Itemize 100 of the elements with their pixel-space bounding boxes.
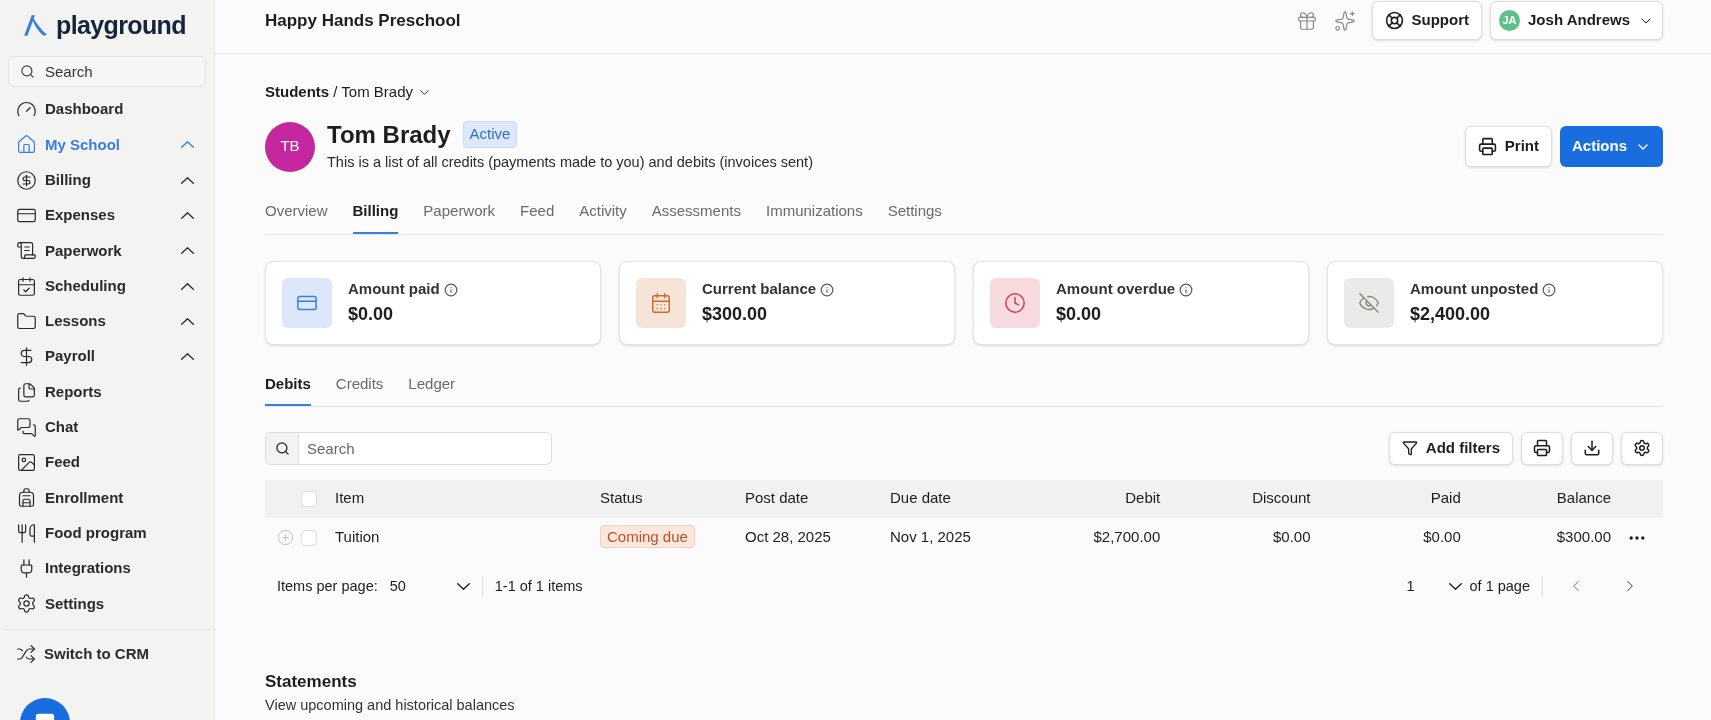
tab[interactable]: Paperwork (423, 199, 496, 234)
items-range: 1-1 of 1 items (494, 576, 583, 596)
tab[interactable]: Credits (335, 373, 384, 406)
tab[interactable]: Debits (265, 373, 311, 406)
column-header: Post date (745, 489, 809, 507)
sidebar-item[interactable]: Feed (0, 444, 214, 481)
settings-icon (16, 593, 37, 615)
page-description: This is a list of all credits (payments made to you) and debits (invoices sent) (327, 153, 813, 170)
tab[interactable]: Activity (579, 199, 627, 234)
sidebar-item[interactable]: Expenses (0, 197, 214, 234)
breadcrumb-separator: / (333, 82, 338, 102)
user-avatar: JA (1499, 10, 1521, 31)
sparkles-icon[interactable] (1333, 9, 1356, 32)
column-header: Status (600, 489, 643, 507)
tab[interactable]: Overview (265, 199, 328, 234)
checkbox[interactable] (301, 530, 317, 547)
table-cell: Oct 28, 2025 (745, 528, 831, 546)
tab[interactable]: Assessments (651, 199, 741, 234)
sidebar-item[interactable]: Scheduling (0, 268, 214, 304)
print-button[interactable]: Print (1464, 126, 1552, 167)
table-settings-button[interactable] (1621, 431, 1663, 465)
info-icon[interactable] (443, 282, 458, 297)
column-header: Due date (890, 489, 951, 507)
column-header: Balance (1556, 489, 1611, 507)
image-icon (16, 452, 37, 474)
sidebar-item[interactable]: Lessons (0, 303, 214, 340)
section-title: Statements (265, 671, 358, 694)
search-icon (20, 64, 35, 79)
status-badge: Active (462, 121, 518, 148)
table-search-field[interactable]: Search (299, 431, 552, 465)
student-name: Tom Brady (327, 119, 451, 150)
sidebar-item[interactable]: Dashboard (0, 92, 214, 128)
info-icon[interactable] (1542, 282, 1557, 297)
sidebar-item[interactable]: Payroll (0, 339, 214, 375)
add-filters-button[interactable]: Add filters (1388, 431, 1513, 465)
logo-text: playground (56, 12, 186, 38)
column-header: Discount (1252, 489, 1311, 507)
stat-value: $0.00 (348, 302, 395, 326)
school-name: Happy Hands Preschool (265, 9, 462, 32)
printer-icon (1477, 137, 1497, 156)
per-page-select[interactable]: 50 (389, 575, 470, 598)
search-field[interactable]: Search (8, 56, 206, 87)
stat-value: $300.00 (702, 302, 769, 326)
status-badge: Coming due (600, 525, 695, 549)
sidebar-item[interactable]: Paperwork (0, 233, 214, 269)
sidebar-item[interactable]: Food program (0, 515, 214, 551)
sidebar-item[interactable]: Chat (0, 409, 214, 445)
breadcrumb-link[interactable]: Students (265, 81, 330, 104)
table-cell: $2,700.00 (1093, 528, 1161, 546)
filter-icon (1401, 440, 1418, 456)
stat-label: Amount paid (348, 279, 440, 300)
sidebar-item[interactable]: Reports (0, 374, 214, 410)
table-cell: Tuition (335, 528, 380, 546)
eye-off-icon (1358, 292, 1380, 314)
download-icon (1583, 439, 1601, 457)
chevron-down-icon (456, 582, 470, 590)
stat-value: $2,400.00 (1410, 302, 1492, 326)
actions-button[interactable]: Actions (1560, 126, 1663, 167)
stat-label: Amount overdue (1056, 279, 1176, 300)
info-icon[interactable] (1179, 282, 1194, 297)
support-button[interactable]: Support (1371, 1, 1483, 40)
sidebar-item[interactable]: Integrations (0, 550, 214, 587)
sidebar-item[interactable]: Billing (0, 162, 214, 198)
documents-icon (16, 381, 37, 403)
calendar-check-icon (16, 275, 37, 297)
sidebar-item[interactable]: Settings (0, 586, 214, 622)
user-menu-button[interactable]: JA Josh Andrews (1490, 1, 1663, 40)
stat-label: Amount unposted (1410, 279, 1539, 300)
tab[interactable]: Settings (887, 199, 942, 234)
column-header: Item (335, 489, 365, 507)
student-avatar: TB (265, 121, 315, 172)
sidebar-item[interactable]: Enrollment (0, 480, 214, 516)
gift-icon[interactable] (1295, 9, 1318, 32)
info-icon[interactable] (820, 282, 835, 297)
tab[interactable]: Billing (352, 199, 399, 234)
tab[interactable]: Feed (520, 199, 555, 234)
dollar-coin-icon (16, 169, 37, 191)
print-table-button[interactable] (1521, 431, 1563, 465)
sidebar-item[interactable]: Switch to CRM (0, 634, 214, 675)
calendar-icon (650, 292, 672, 314)
tab[interactable]: Ledger (408, 373, 456, 406)
scroll-icon (16, 240, 37, 262)
column-header: Paid (1430, 489, 1461, 507)
settings-icon (1633, 439, 1651, 457)
lifebuoy-icon (1384, 11, 1404, 30)
breadcrumb-current[interactable]: Tom Brady (341, 81, 414, 104)
shuffle-icon (16, 644, 36, 665)
table-cell: $300.00 (1556, 528, 1611, 546)
page-select[interactable]: 1 (1406, 575, 1462, 598)
stat-label: Current balance (702, 279, 817, 300)
section-subtitle: View upcoming and historical balances (265, 695, 516, 715)
checkbox[interactable] (301, 491, 317, 508)
per-page-label: Items per page: (277, 576, 378, 596)
fork-knife-icon (16, 522, 37, 544)
download-button[interactable] (1571, 431, 1613, 465)
tab[interactable]: Immunizations (765, 199, 863, 234)
backpack-icon (16, 487, 37, 509)
sidebar-item[interactable]: My School (0, 127, 214, 163)
stat-value: $0.00 (1056, 302, 1103, 326)
column-header: Debit (1125, 489, 1161, 507)
